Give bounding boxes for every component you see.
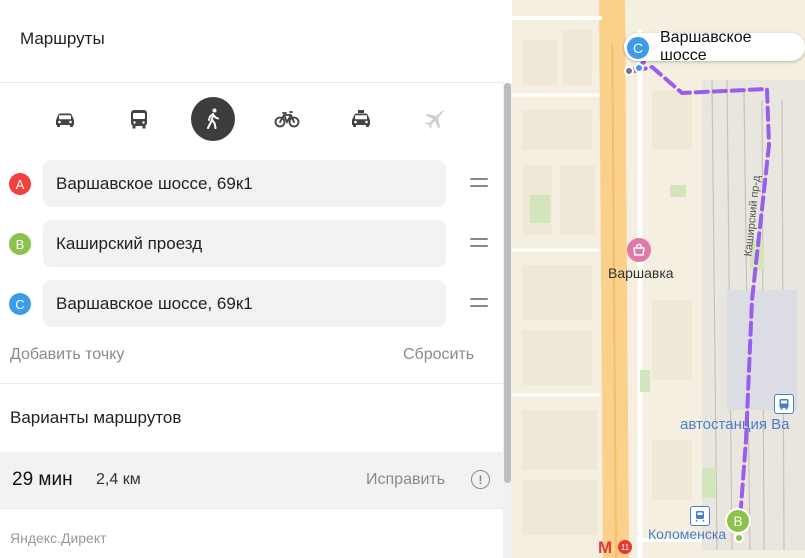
waypoint-marker-a: A: [9, 173, 31, 195]
waypoint-marker-b: B: [9, 233, 31, 255]
pedestrian-icon: [207, 108, 219, 129]
route-option[interactable]: 29 мин 2,4 км Исправить !: [0, 452, 504, 508]
map-pin-b-point: [734, 533, 744, 543]
yandex-direct-label: Яндекс.Директ: [10, 530, 107, 546]
fix-route-button[interactable]: Исправить: [366, 471, 445, 489]
waypoint-marker-c: C: [9, 293, 31, 315]
route-variants-title: Варианты маршрутов: [10, 408, 182, 427]
shopping-icon[interactable]: [627, 238, 651, 262]
bus-station-icon[interactable]: [774, 394, 794, 414]
mode-pedestrian-button[interactable]: [191, 97, 235, 141]
map-start-point: [624, 66, 634, 76]
waypoint-row-c: C: [0, 280, 504, 327]
mode-bus-button[interactable]: [117, 97, 161, 141]
waypoint-row-a: A: [0, 160, 504, 207]
waypoint-c-input[interactable]: [43, 280, 446, 327]
panel-scrollbar[interactable]: [503, 83, 512, 558]
scrollbar-thumb[interactable]: [504, 83, 511, 483]
map-pin-c-point: [634, 63, 644, 73]
car-icon: [56, 113, 74, 127]
poi-bus-station-label[interactable]: автостанция Ва: [680, 416, 789, 433]
mode-plane-button[interactable]: [413, 97, 457, 141]
plane-icon: [425, 111, 445, 129]
waypoint-a-input[interactable]: [43, 160, 446, 207]
metro-line-badge: 11: [618, 540, 632, 554]
drag-handle-icon[interactable]: [470, 298, 488, 309]
bicycle-icon: [274, 111, 300, 128]
panel-title: Маршруты: [20, 29, 105, 48]
map-pin-b[interactable]: B: [725, 508, 751, 534]
transport-mode-selector: [43, 97, 457, 141]
info-icon[interactable]: !: [471, 470, 490, 489]
drag-handle-icon[interactable]: [470, 238, 488, 249]
metro-icon[interactable]: М: [598, 538, 612, 558]
waypoint-row-b: B: [0, 220, 504, 267]
map-pin-c-text: Варшавское шоссе: [660, 29, 752, 64]
poi-kolomenskaya-label[interactable]: Коломенска: [648, 526, 726, 542]
section-divider: [0, 383, 504, 384]
map-pin-c[interactable]: C: [625, 35, 651, 61]
map-view[interactable]: Варшавское шоссе C Каширский пр-д Варшав…: [512, 0, 805, 558]
routes-panel: Маршруты A Варшавское шоссе, 69к1 B Каши…: [0, 0, 512, 558]
reset-button[interactable]: Сбросить: [403, 346, 474, 364]
mode-taxi-button[interactable]: [339, 97, 383, 141]
route-time: 29 мин: [12, 469, 73, 490]
taxi-icon: [352, 110, 370, 127]
map-pin-c-label[interactable]: Варшавское шоссе: [624, 29, 805, 64]
drag-handle-icon[interactable]: [470, 178, 488, 189]
route-divider: [0, 508, 504, 509]
waypoint-b-input[interactable]: [43, 220, 446, 267]
mode-bicycle-button[interactable]: [265, 97, 309, 141]
bus-icon: [131, 110, 147, 129]
add-point-button[interactable]: Добавить точку: [10, 346, 124, 364]
header-divider: [0, 82, 504, 83]
mode-car-button[interactable]: [43, 97, 87, 141]
route-distance: 2,4 км: [96, 471, 141, 488]
train-icon[interactable]: [690, 506, 710, 526]
poi-varshavka-label[interactable]: Варшавка: [608, 265, 674, 281]
